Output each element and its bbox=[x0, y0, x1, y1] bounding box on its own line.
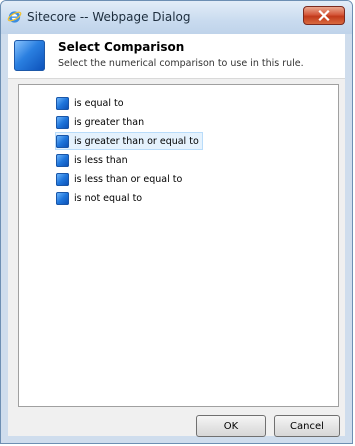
close-button[interactable] bbox=[303, 6, 345, 25]
ok-button[interactable]: OK bbox=[196, 415, 266, 437]
internet-explorer-icon bbox=[7, 11, 22, 23]
title-bar[interactable]: Sitecore -- Webpage Dialog bbox=[1, 1, 352, 34]
list-item-is-less-than-or-equal-to[interactable]: is less than or equal to bbox=[56, 171, 185, 187]
list-item-label: is less than bbox=[74, 154, 128, 166]
list-item-label: is equal to bbox=[74, 97, 124, 109]
list-item-label: is less than or equal to bbox=[74, 173, 183, 185]
comparison-item-icon bbox=[56, 96, 69, 110]
window-title: Sitecore -- Webpage Dialog bbox=[27, 10, 191, 24]
comparison-item-icon bbox=[56, 153, 69, 167]
list-item-is-greater-than-or-equal-to[interactable]: is greater than or equal to bbox=[55, 132, 203, 150]
list-item-label: is not equal to bbox=[74, 192, 143, 204]
comparison-item-icon bbox=[56, 115, 69, 129]
list-item-is-greater-than[interactable]: is greater than bbox=[56, 114, 147, 130]
comparison-item-icon bbox=[56, 191, 69, 205]
comparison-item-icon bbox=[56, 134, 69, 148]
webpage-dialog: Sitecore -- Webpage Dialog Select Compar… bbox=[0, 0, 353, 444]
comparison-item-icon bbox=[56, 172, 69, 186]
comparison-list: is equal to is greater than is greater t… bbox=[18, 84, 339, 407]
list-item-is-less-than[interactable]: is less than bbox=[56, 152, 131, 168]
dialog-header: Select Comparison Select the numerical c… bbox=[8, 34, 345, 79]
cancel-button[interactable]: Cancel bbox=[274, 415, 340, 437]
list-item-label: is greater than bbox=[74, 116, 145, 128]
comparison-icon bbox=[14, 40, 45, 71]
list-item-label: is greater than or equal to bbox=[74, 135, 199, 147]
list-item-is-not-equal-to[interactable]: is not equal to bbox=[56, 190, 145, 206]
dialog-body: Select Comparison Select the numerical c… bbox=[8, 34, 345, 437]
dialog-title: Select Comparison bbox=[58, 40, 185, 54]
close-icon bbox=[318, 10, 330, 21]
dialog-subtitle: Select the numerical comparison to use i… bbox=[58, 58, 304, 69]
list-item-is-equal-to[interactable]: is equal to bbox=[56, 95, 127, 111]
